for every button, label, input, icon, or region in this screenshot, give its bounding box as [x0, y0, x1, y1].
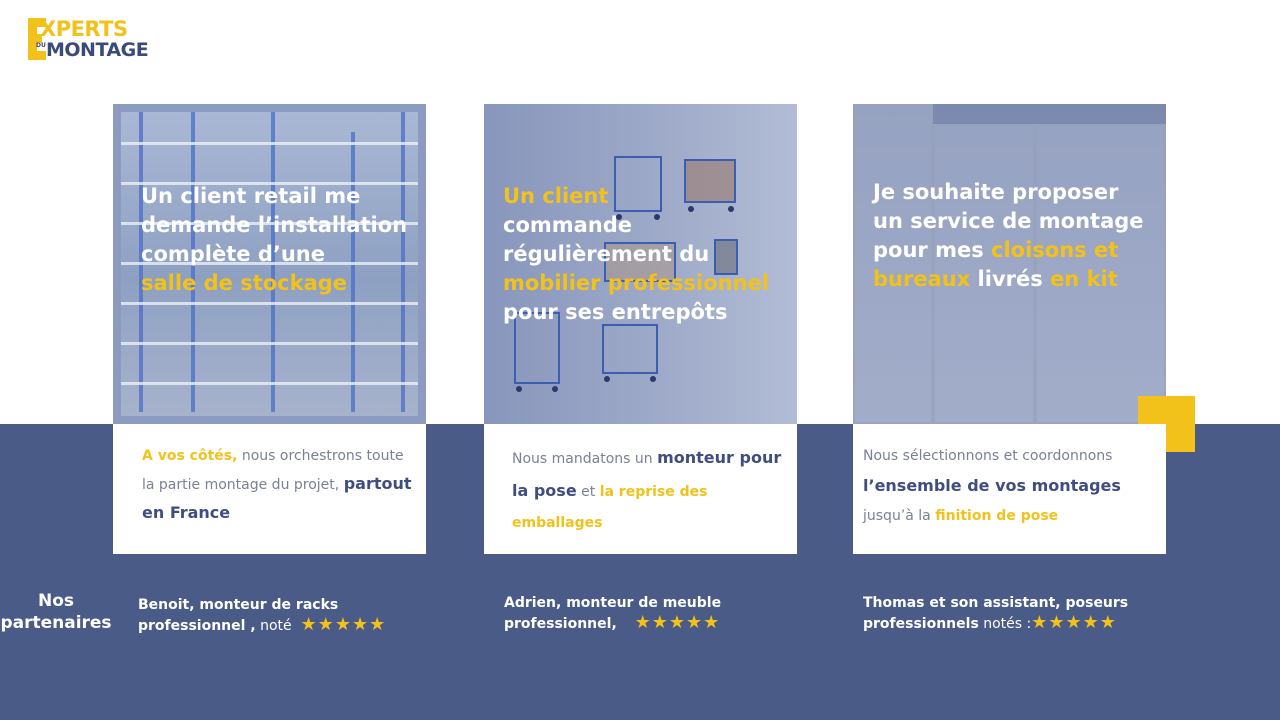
card-storage-description: A vos côtés, nous orchestrons toute la p…	[113, 424, 426, 554]
rating-stars: ★★★★★	[300, 614, 387, 635]
partner-adrien: Adrien, monteur de meuble professionnel,…	[504, 595, 722, 633]
card-partition-description: Nous sélectionnons et coordonnons l’ense…	[853, 424, 1166, 554]
card-furniture-headline: Un client commande régulièrement du mobi…	[503, 184, 770, 324]
logo-text-bottom: MONTAGE	[46, 39, 149, 61]
card-partition-headline: Je souhaite proposer un service de monta…	[873, 180, 1144, 291]
card-furniture-text: Nous mandatons un monteur pour la pose e…	[512, 448, 782, 531]
logo[interactable]: XPERTS DU MONTAGE	[28, 16, 188, 62]
card-storage-text: A vos côtés, nous orchestrons toute la p…	[142, 448, 412, 522]
card-partition-image: Je souhaite proposer un service de monta…	[853, 104, 1166, 424]
logo-text-top: XPERTS	[40, 17, 128, 41]
rating-stars: ★★★★★	[634, 612, 721, 633]
partner-benoit: Benoit, monteur de racks professionnel ,…	[138, 597, 387, 635]
trolley-illustration	[602, 324, 658, 374]
card-furniture-image: Un client commande régulièrement du mobi…	[484, 104, 797, 424]
card-partition-text: Nous sélectionnons et coordonnons l’ense…	[863, 448, 1121, 524]
rating-stars: ★★★★★	[1031, 612, 1117, 633]
card-storage-image: Un client retail me demande l’installati…	[113, 104, 426, 424]
card-furniture-description: Nous mandatons un monteur pour la pose e…	[484, 424, 797, 554]
partner-thomas: Thomas et son assistant, poseurs profess…	[863, 595, 1129, 633]
logo-text-du: DU	[36, 42, 46, 49]
card-storage-headline: Un client retail me demande l’installati…	[141, 184, 408, 295]
partners-heading: Nos partenaires	[0, 591, 112, 633]
